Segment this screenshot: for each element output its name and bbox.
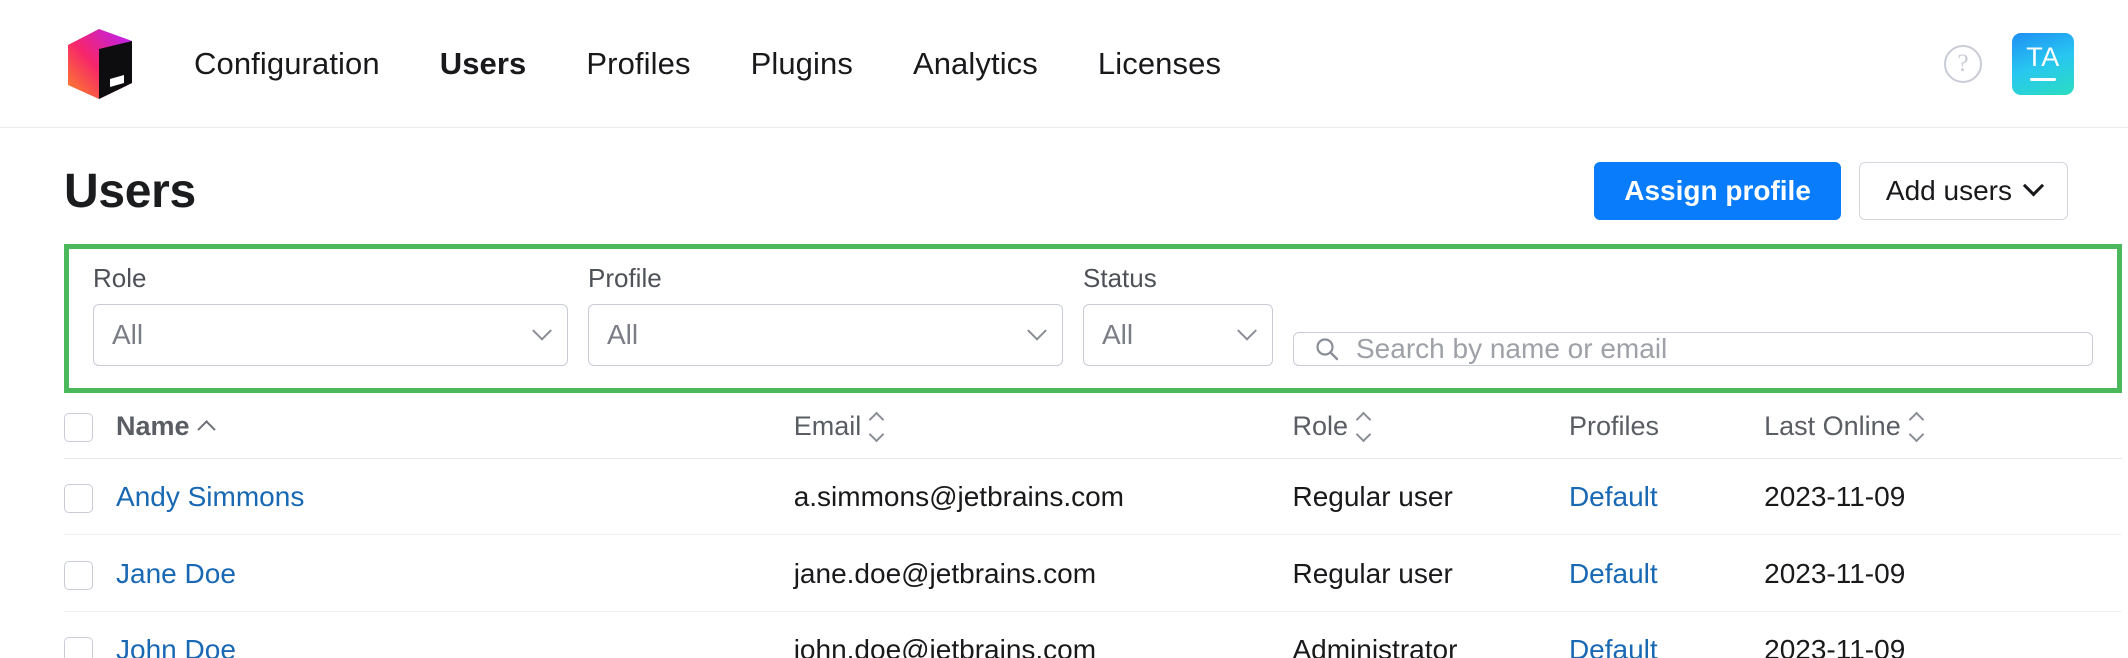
cell-role: Regular user: [1292, 534, 1569, 612]
sort-ascending-icon: [196, 420, 216, 439]
avatar-underline: [2030, 78, 2056, 81]
cell-name: Andy Simmons: [116, 458, 794, 536]
cell-profiles: Default: [1568, 611, 1765, 658]
column-header-role[interactable]: Role: [1292, 393, 1569, 460]
column-header-email[interactable]: Email: [793, 393, 1293, 460]
search-placeholder: Search by name or email: [1356, 333, 1668, 364]
row-select-cell: [64, 534, 117, 612]
cell-name: Jane Doe: [116, 534, 794, 612]
filter-profile: Profile All: [588, 265, 1063, 366]
column-header-role-label: Role: [1292, 411, 1348, 442]
chevron-down-icon: [1027, 320, 1047, 341]
filter-bar: Role All Profile All Status All Search b…: [93, 265, 2093, 366]
users-table-header: Name Email Role Profiles Last Online: [64, 393, 2122, 460]
row-select-cell: [64, 611, 117, 658]
chevron-down-icon: [1237, 320, 1257, 341]
chevron-down-icon: [2022, 174, 2045, 196]
cell-role: Administrator: [1292, 611, 1569, 658]
add-users-button[interactable]: Add users: [1858, 162, 2068, 220]
search-icon: [1314, 336, 1340, 362]
table-row[interactable]: Jane Doe jane.doe@jetbrains.com Regular …: [64, 534, 2122, 612]
search-input[interactable]: Search by name or email: [1293, 332, 2093, 366]
row-checkbox[interactable]: [64, 560, 93, 590]
column-header-name[interactable]: Name: [116, 393, 794, 460]
user-name-link[interactable]: Jane Doe: [116, 558, 236, 589]
nav-right-actions: ? TA: [1944, 32, 2074, 95]
cell-email: jane.doe@jetbrains.com: [793, 534, 1293, 612]
row-checkbox[interactable]: [64, 484, 93, 514]
add-users-label: Add users: [1885, 175, 2012, 206]
page-title: Users: [64, 164, 196, 218]
avatar-initials: TA: [2026, 42, 2060, 72]
nav-items: Configuration Users Profiles Plugins Ana…: [194, 46, 1251, 82]
user-name-link[interactable]: Andy Simmons: [116, 481, 304, 512]
column-header-profiles-label: Profiles: [1568, 411, 1659, 442]
cell-name: John Doe: [116, 611, 794, 658]
cell-last-online: 2023-11-09: [1764, 534, 2122, 612]
chevron-down-icon: [532, 320, 552, 341]
filter-status: Status All: [1083, 265, 1273, 366]
profile-link[interactable]: Default: [1569, 558, 1658, 589]
profile-link[interactable]: Default: [1569, 481, 1658, 512]
row-checkbox[interactable]: [64, 636, 93, 658]
sort-both-icon: [1355, 411, 1372, 442]
nav-item-users[interactable]: Users: [410, 46, 557, 82]
column-header-email-label: Email: [793, 411, 862, 442]
sort-both-icon: [1908, 411, 1924, 442]
help-icon[interactable]: ?: [1944, 44, 1982, 83]
cell-profiles: Default: [1568, 458, 1765, 536]
filter-bar-highlight: Role All Profile All Status All Search b…: [64, 244, 2122, 393]
page-header-actions: Assign profile Add users: [1594, 162, 2068, 220]
users-table: Name Email Role Profiles Last Online And…: [64, 393, 2122, 658]
assign-profile-button[interactable]: Assign profile: [1594, 162, 1841, 220]
cell-email: a.simmons@jetbrains.com: [793, 458, 1293, 536]
avatar[interactable]: TA: [2012, 32, 2074, 95]
column-header-name-label: Name: [116, 411, 190, 442]
filter-search: Search by name or email: [1293, 293, 2093, 366]
filter-role-label: Role: [93, 263, 147, 293]
cell-profiles: Default: [1568, 534, 1765, 612]
profile-select-value: All: [607, 319, 639, 350]
table-header-row: Name Email Role Profiles Last Online: [64, 393, 2122, 460]
nav-item-profiles[interactable]: Profiles: [556, 46, 720, 82]
filter-role: Role All: [93, 265, 568, 366]
select-all-cell: [64, 393, 117, 460]
table-row[interactable]: Andy Simmons a.simmons@jetbrains.com Reg…: [64, 458, 2122, 536]
user-name-link[interactable]: John Doe: [116, 634, 236, 658]
cell-last-online: 2023-11-09: [1764, 458, 2122, 536]
cube-logo-icon[interactable]: [62, 27, 136, 101]
status-select-value: All: [1102, 319, 1134, 350]
page-content: Users Assign profile Add users Role All …: [0, 128, 2128, 658]
sort-both-icon: [868, 411, 885, 442]
profile-select[interactable]: All: [588, 304, 1063, 366]
column-header-last-online[interactable]: Last Online: [1764, 393, 2122, 460]
role-select-value: All: [112, 319, 144, 350]
cell-last-online: 2023-11-09: [1764, 611, 2122, 658]
cell-email: john.doe@jetbrains.com: [793, 611, 1293, 658]
role-select[interactable]: All: [93, 304, 568, 366]
table-row[interactable]: John Doe john.doe@jetbrains.com Administ…: [64, 611, 2122, 658]
nav-item-analytics[interactable]: Analytics: [883, 46, 1068, 82]
page-header: Users Assign profile Add users: [64, 128, 2068, 240]
profile-link[interactable]: Default: [1569, 634, 1658, 658]
filter-status-label: Status: [1083, 263, 1157, 293]
cell-role: Regular user: [1292, 458, 1569, 536]
status-select[interactable]: All: [1083, 304, 1273, 366]
column-header-last-online-label: Last Online: [1764, 411, 1901, 442]
filter-profile-label: Profile: [588, 263, 662, 293]
top-navigation-bar: Configuration Users Profiles Plugins Ana…: [0, 0, 2128, 128]
nav-item-licenses[interactable]: Licenses: [1068, 46, 1251, 82]
nav-item-plugins[interactable]: Plugins: [721, 46, 883, 82]
nav-item-configuration[interactable]: Configuration: [194, 46, 410, 82]
row-select-cell: [64, 458, 117, 536]
column-header-profiles: Profiles: [1568, 393, 1765, 460]
select-all-checkbox[interactable]: [64, 413, 93, 443]
users-table-body: Andy Simmons a.simmons@jetbrains.com Reg…: [64, 458, 2122, 658]
